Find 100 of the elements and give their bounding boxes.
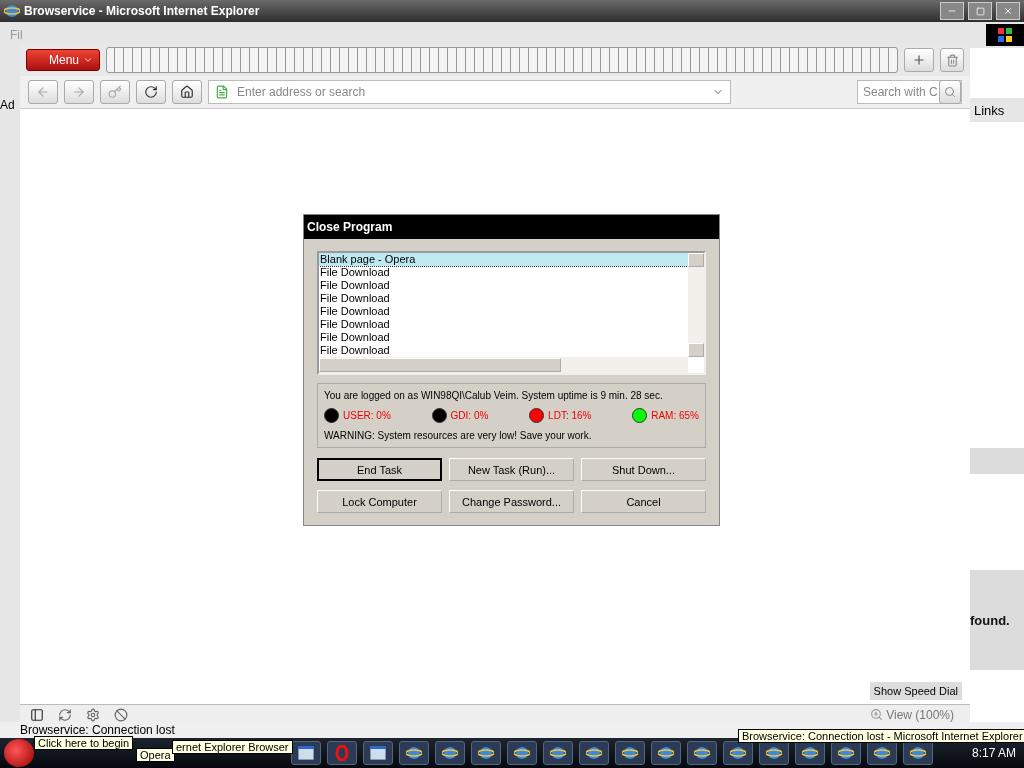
dialog-button[interactable]: End Task <box>317 458 442 481</box>
taskbar-button[interactable] <box>651 741 681 765</box>
taskbar-button[interactable] <box>759 741 789 765</box>
globe-icon <box>694 745 710 761</box>
reload-icon <box>144 85 158 99</box>
task-item[interactable]: File Download <box>319 266 688 279</box>
maximize-icon <box>975 6 985 16</box>
zoom-icon <box>870 708 884 721</box>
horizontal-scrollbar[interactable] <box>319 357 688 373</box>
address-bar[interactable]: Enter address or search <box>208 80 731 104</box>
globe-icon <box>658 745 674 761</box>
dialog-button[interactable]: New Task (Run)... <box>449 458 574 481</box>
block-icon <box>114 707 128 722</box>
windows-logo-icon <box>986 24 1024 46</box>
taskbar-button[interactable] <box>687 741 717 765</box>
forward-icon <box>72 85 86 99</box>
task-item[interactable]: File Download <box>319 344 688 357</box>
dialog-button[interactable]: Cancel <box>581 490 706 513</box>
back-icon <box>36 85 50 99</box>
home-button[interactable] <box>172 80 202 104</box>
globe-icon <box>550 745 566 761</box>
dialog-title: Close Program <box>304 215 719 239</box>
taskbar-button[interactable] <box>543 741 573 765</box>
taskbar-button[interactable] <box>867 741 897 765</box>
tooltip: ernet Explorer Browser <box>172 740 293 754</box>
zoom-button[interactable]: View (100%) <box>864 706 960 723</box>
trash-button[interactable] <box>940 48 964 72</box>
window-title: Browservice - Microsoft Internet Explorer <box>24 4 261 18</box>
links-button[interactable]: Links <box>968 98 1024 122</box>
taskbar-button[interactable] <box>723 741 753 765</box>
caret-icon <box>83 55 94 65</box>
taskbar-button[interactable] <box>291 741 321 765</box>
globe-icon <box>406 745 422 761</box>
tooltip: Click here to begin <box>34 736 134 750</box>
search-icon <box>944 86 956 98</box>
globe-icon <box>910 745 926 761</box>
taskbar-button[interactable] <box>831 741 861 765</box>
globe-icon <box>586 745 602 761</box>
settings-icon <box>86 707 100 722</box>
taskbar-button[interactable] <box>579 741 609 765</box>
status-text: Browservice: Connection lost <box>20 723 175 737</box>
speed-dial-button[interactable]: Show Speed Dial <box>869 682 962 700</box>
page-icon <box>215 85 229 99</box>
search-field[interactable]: Search with C <box>861 84 939 100</box>
search-button[interactable] <box>939 80 961 104</box>
home-icon <box>180 85 194 99</box>
globe-icon <box>514 745 530 761</box>
globe-icon <box>622 745 638 761</box>
ring-icon <box>334 745 350 761</box>
dialog-button[interactable]: Lock Computer <box>317 490 442 513</box>
task-item[interactable]: File Download <box>319 292 688 305</box>
globe-icon <box>442 745 458 761</box>
panel-icon <box>30 707 44 722</box>
side-panel <box>968 448 1024 474</box>
resource-label: GDI: 0% <box>450 410 489 421</box>
taskbar-button[interactable] <box>903 741 933 765</box>
taskbar-button[interactable] <box>507 741 537 765</box>
taskbar-button[interactable] <box>615 741 645 765</box>
resource-label: USER: 0% <box>343 410 391 421</box>
task-item[interactable]: Blank page - Opera <box>319 253 688 266</box>
new-tab-button[interactable] <box>904 48 934 72</box>
window-icon <box>370 746 386 760</box>
taskbar-button[interactable] <box>471 741 501 765</box>
search-box[interactable]: Search with C <box>857 80 962 104</box>
globe-icon <box>874 745 890 761</box>
warning-text: WARNING: System resources are very low! Save your work. <box>324 430 593 441</box>
address-label: Ad <box>0 98 16 112</box>
taskbar-button[interactable] <box>435 741 465 765</box>
taskbar-button[interactable] <box>363 741 393 765</box>
start-button[interactable] <box>4 739 34 767</box>
task-item[interactable]: File Download <box>319 331 688 344</box>
tooltip: Browservice: Connection lost - Microsoft Internet Explorer <box>738 729 1024 743</box>
resource-label: LDT: 16% <box>548 410 592 421</box>
globe-icon <box>730 745 746 761</box>
window-icon <box>298 746 314 760</box>
tab-strip[interactable] <box>106 47 898 73</box>
reload-button[interactable] <box>136 80 166 104</box>
clock: 8:17 AM <box>971 746 1016 760</box>
tooltip: Opera <box>136 748 175 762</box>
globe-icon <box>478 745 494 761</box>
logon-text: You are logged on as WIN98QI\Calub Veim. System uptime is 9 min. 28 sec. <box>324 390 664 401</box>
page-text: found. <box>969 612 1010 628</box>
globe-icon <box>838 745 854 761</box>
task-item[interactable]: File Download <box>319 318 688 331</box>
sync-icon <box>58 707 72 722</box>
key-icon <box>108 85 122 99</box>
resource-label: RAM: 65% <box>651 410 699 421</box>
taskbar-button[interactable] <box>795 741 825 765</box>
plus-icon <box>912 53 926 67</box>
globe-icon <box>802 745 818 761</box>
trash-icon <box>945 53 959 67</box>
taskbar-button[interactable] <box>399 741 429 765</box>
dialog-button[interactable]: Shut Down... <box>581 458 706 481</box>
close-icon <box>1003 6 1013 16</box>
menu-button[interactable]: Menu <box>26 49 101 71</box>
task-item[interactable]: File Download <box>319 305 688 318</box>
address-field[interactable]: Enter address or search <box>235 84 706 100</box>
dialog-button[interactable]: Change Password... <box>449 490 574 513</box>
vertical-scrollbar[interactable] <box>688 253 704 357</box>
task-item[interactable]: File Download <box>319 279 688 292</box>
